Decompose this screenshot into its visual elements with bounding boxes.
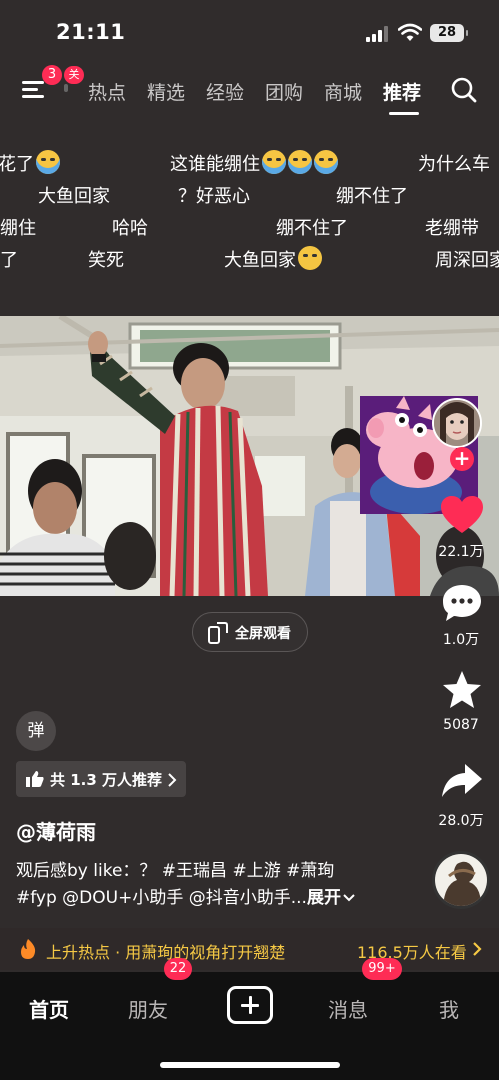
follow-badge: 关 <box>64 66 84 84</box>
tab-friends[interactable]: 朋友 <box>128 994 168 1023</box>
recommend-chip[interactable]: 共 1.3 万人推荐 <box>16 761 186 797</box>
grin-emoji-icon <box>298 246 322 270</box>
danmaku-item: 绷不住了 <box>276 218 348 239</box>
danmaku-toggle-button[interactable]: 弹 <box>16 711 56 751</box>
crying-emoji-icon <box>262 150 286 174</box>
rotate-screen-icon <box>208 622 228 644</box>
chevron-down-icon <box>343 894 355 902</box>
active-tab-indicator <box>389 112 419 115</box>
author-name[interactable]: @薄荷雨 <box>16 816 96 845</box>
tab-hot[interactable]: 热点 <box>88 78 126 105</box>
crying-emoji-icon <box>288 150 312 174</box>
recommend-count-label: 共 1.3 万人推荐 <box>50 771 163 789</box>
description-line-2: #fyp @DOU+小助手 @抖音小助手...展开 <box>16 885 426 912</box>
like-heart-icon[interactable] <box>440 495 484 535</box>
divider-dot <box>64 84 68 92</box>
video-description[interactable]: 观后感by like：？ #王瑞昌 #上游 #萧珣 #fyp @DOU+小助手 … <box>16 858 426 912</box>
fullscreen-label: 全屏观看 <box>235 626 291 642</box>
home-indicator <box>160 1062 340 1068</box>
danmaku-item: 了 <box>0 250 18 271</box>
tab-home[interactable]: 首页 <box>29 994 69 1023</box>
tab-me[interactable]: 我 <box>439 994 459 1023</box>
battery-icon: 28 <box>430 24 468 42</box>
friends-badge: 22 <box>164 958 192 980</box>
comment-count: 1.0万 <box>442 632 480 648</box>
flame-icon <box>21 939 36 959</box>
cellular-signal-icon <box>366 26 390 42</box>
menu-icon[interactable] <box>22 78 46 100</box>
danmaku-item: 绷住 <box>0 218 36 239</box>
tab-mall[interactable]: 商城 <box>324 78 362 105</box>
favorite-count: 5087 <box>443 717 479 733</box>
thumbs-up-icon <box>26 771 44 787</box>
danmaku-area: 花了 这谁能绷住 为什么车 大鱼回家 ？好恶心 绷不住了 绷住 哈哈 绷不住了 … <box>0 140 499 280</box>
hot-topic-text: 上升热点 · 用萧珣的视角打开翘楚 <box>46 943 286 962</box>
follow-plus-button[interactable]: + <box>450 447 474 471</box>
danmaku-item: 为什么车 <box>418 154 490 175</box>
messages-badge: 99+ <box>362 958 402 980</box>
chevron-right-icon <box>168 773 177 787</box>
tab-group-buy[interactable]: 团购 <box>265 78 303 105</box>
danmaku-item: 老绷带 <box>425 218 479 239</box>
description-line-1: 观后感by like：？ #王瑞昌 #上游 #萧珣 <box>16 861 335 881</box>
danmaku-item: 这谁能绷住 <box>170 150 338 176</box>
like-count: 22.1万 <box>438 544 484 560</box>
fullscreen-button[interactable]: 全屏观看 <box>192 612 308 652</box>
top-nav: 3 关 热点 精选 经验 团购 商城 推荐 <box>0 62 499 118</box>
expand-link[interactable]: 展开 <box>307 888 341 908</box>
hot-topic-bar[interactable]: 上升热点 · 用萧珣的视角打开翘楚 116.5万人在看 <box>0 928 499 970</box>
search-icon[interactable] <box>450 76 478 104</box>
tab-recommend[interactable]: 推荐 <box>383 78 421 105</box>
danmaku-item: 绷不住了 <box>336 186 408 207</box>
status-bar: 21:11 28 <box>0 0 499 64</box>
share-arrow-icon[interactable] <box>441 762 483 800</box>
chevron-right-icon <box>473 942 482 956</box>
danmaku-item: 大鱼回家 <box>38 186 110 207</box>
danmaku-item: 大鱼回家 <box>224 246 322 272</box>
crying-emoji-icon <box>314 150 338 174</box>
danmaku-item: 笑死 <box>88 250 124 271</box>
creator-avatar[interactable] <box>432 398 482 448</box>
danmaku-item: 哈哈 <box>112 218 148 239</box>
tab-featured[interactable]: 精选 <box>147 78 185 105</box>
favorite-star-icon[interactable] <box>441 670 483 710</box>
danmaku-item: ？好恶心 <box>178 186 250 207</box>
danmaku-item: 花了 <box>0 150 60 176</box>
wifi-icon <box>398 23 422 41</box>
create-post-button[interactable] <box>227 986 273 1024</box>
music-disc-icon[interactable] <box>432 851 490 909</box>
laugh-cry-emoji-icon <box>36 150 60 174</box>
danmaku-item: 周深回家 <box>435 250 499 271</box>
notification-badge: 3 <box>42 65 62 85</box>
tab-experience[interactable]: 经验 <box>206 78 244 105</box>
share-count: 28.0万 <box>438 813 484 829</box>
status-time: 21:11 <box>56 20 126 44</box>
tab-messages[interactable]: 消息 <box>328 994 368 1023</box>
comment-icon[interactable] <box>441 583 483 623</box>
